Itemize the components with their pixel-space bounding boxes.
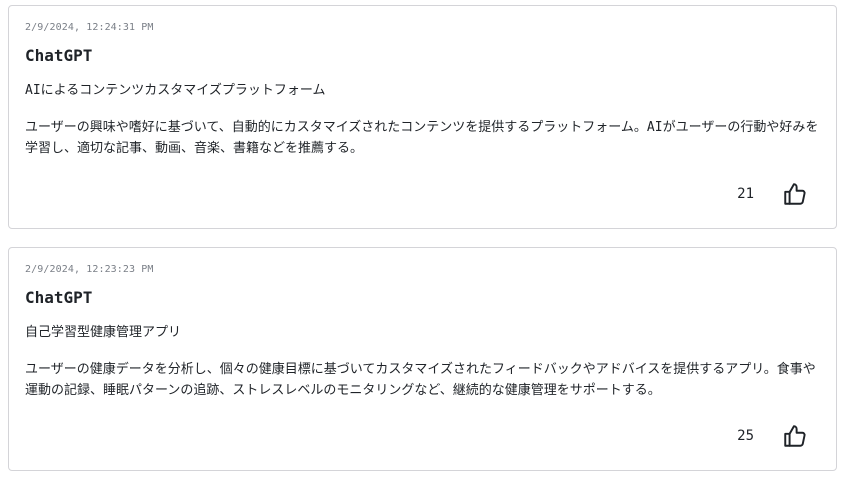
post-card: 2/9/2024, 12:23:23 PM ChatGPT 自己学習型健康管理ア… xyxy=(8,247,837,471)
like-button[interactable] xyxy=(779,420,811,452)
like-count: 21 xyxy=(737,186,754,202)
post-timestamp: 2/9/2024, 12:24:31 PM xyxy=(25,22,154,33)
post-author: ChatGPT xyxy=(25,288,93,307)
post-timestamp: 2/9/2024, 12:23:23 PM xyxy=(25,264,154,275)
like-count: 25 xyxy=(737,428,754,444)
post-title: 自己学習型健康管理アプリ xyxy=(25,325,182,340)
post-feed: 2/9/2024, 12:24:31 PM ChatGPT AIによるコンテンツ… xyxy=(0,0,846,478)
post-title: AIによるコンテンツカスタマイズプラットフォーム xyxy=(25,83,326,98)
post-body: ユーザーの健康データを分析し、個々の健康目標に基づいてカスタマイズされたフィード… xyxy=(25,362,816,398)
post-author: ChatGPT xyxy=(25,46,93,65)
thumbs-up-icon xyxy=(784,425,806,447)
like-button[interactable] xyxy=(779,178,811,210)
post-card: 2/9/2024, 12:24:31 PM ChatGPT AIによるコンテンツ… xyxy=(8,5,837,229)
post-body: ユーザーの興味や嗜好に基づいて、自動的にカスタマイズされたコンテンツを提供するプ… xyxy=(25,120,819,156)
thumbs-up-icon xyxy=(784,183,806,205)
